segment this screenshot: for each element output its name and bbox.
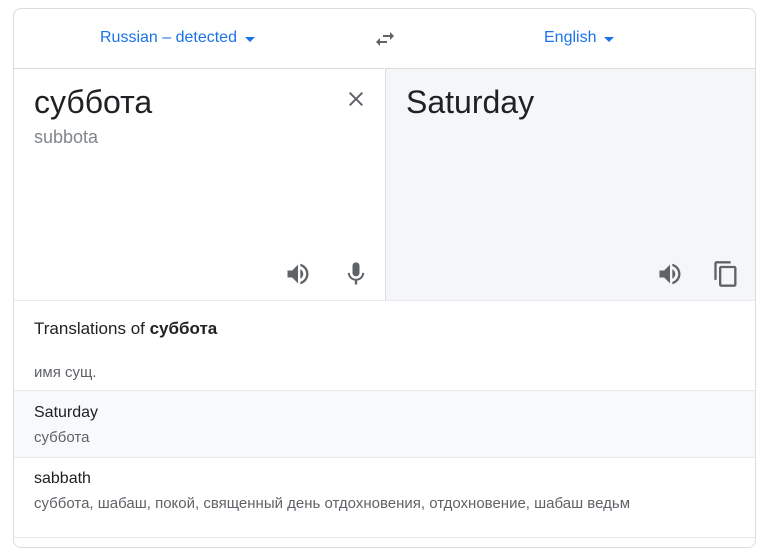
translation-word[interactable]: Saturday (34, 391, 755, 422)
translations-heading: Translations of суббота (34, 319, 217, 339)
translation-entry[interactable]: Saturday суббота (14, 390, 755, 458)
source-transliteration: subbota (34, 127, 99, 147)
translation-entry[interactable]: sabbath суббота, шабаш, покой, священный… (14, 458, 755, 538)
source-text[interactable]: суббота (34, 84, 152, 121)
section-divider (14, 300, 755, 301)
dropdown-caret-icon (604, 36, 615, 42)
translation-synonyms: суббота (34, 429, 90, 446)
source-pane[interactable]: суббота subbota (14, 68, 384, 301)
target-language-label: English (544, 29, 597, 46)
source-language-label: Russian – detected (100, 29, 237, 46)
translation-word[interactable]: sabbath (34, 458, 755, 488)
source-language-selector[interactable]: Russian – detected (100, 29, 255, 47)
target-language-selector[interactable]: English (544, 29, 615, 47)
copy-icon[interactable] (712, 260, 740, 288)
translations-heading-word: суббота (149, 319, 218, 338)
translated-text: Saturday (406, 84, 535, 120)
language-bar: Russian – detected English (14, 9, 755, 68)
listen-translation-icon[interactable] (656, 260, 684, 288)
clear-text-icon[interactable] (344, 87, 368, 111)
part-of-speech: имя сущ. (34, 364, 97, 381)
listen-source-icon[interactable] (284, 260, 312, 288)
swap-languages-icon[interactable] (372, 27, 398, 51)
translation-synonyms: суббота, шабаш, покой, священный день от… (34, 495, 631, 512)
dropdown-caret-icon (244, 36, 255, 42)
microphone-icon[interactable] (342, 260, 370, 288)
translate-card: Russian – detected English суббота subbo… (13, 8, 756, 548)
translations-heading-prefix: Translations of (34, 319, 150, 338)
target-pane: Saturday (385, 68, 755, 301)
